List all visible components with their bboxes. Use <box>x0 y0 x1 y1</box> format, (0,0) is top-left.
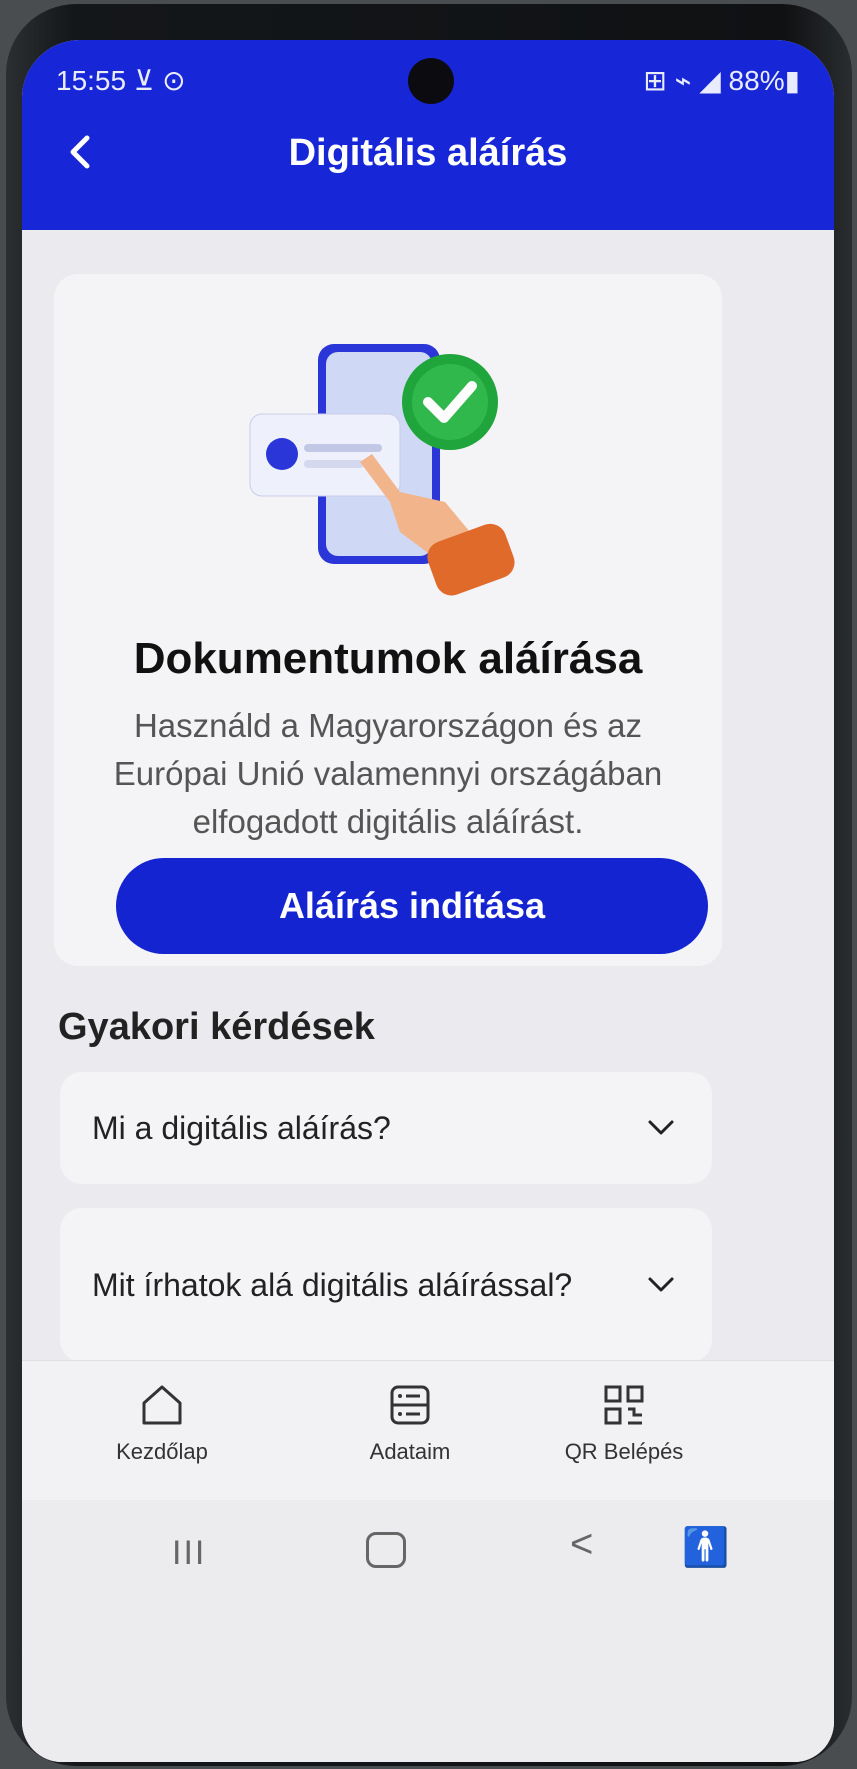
nav-data[interactable]: Adataim <box>320 1379 500 1465</box>
signature-illustration <box>249 344 515 596</box>
nav-qr-label: QR Belépés <box>564 1439 684 1464</box>
faq-question: Mit írhatok alá digitális aláírással? <box>92 1267 573 1303</box>
faq-question: Mi a digitális aláírás? <box>92 1110 391 1146</box>
nav-qr[interactable]: QR Belépés <box>534 1379 714 1465</box>
faq-item[interactable]: Mit írhatok alá digitális aláírással? <box>60 1208 712 1362</box>
chevron-down-icon <box>648 1120 674 1135</box>
page-title: Digitális aláírás <box>288 132 568 174</box>
camera-cutout <box>408 58 454 104</box>
qr-icon <box>604 1385 644 1425</box>
system-back-button[interactable]: < <box>570 1522 593 1567</box>
data-icon <box>390 1385 430 1425</box>
chevron-down-icon <box>648 1277 674 1292</box>
start-signature-button[interactable]: Aláírás indítása <box>116 858 708 954</box>
home-button[interactable] <box>366 1532 406 1568</box>
hero-title: Dokumentumok aláírása <box>133 634 643 683</box>
nav-home[interactable]: Kezdőlap <box>72 1379 252 1465</box>
bottom-navigation: Kezdőlap Adataim QR Belépés <box>22 1360 834 1501</box>
home-icon <box>142 1385 182 1425</box>
faq-heading: Gyakori kérdések <box>58 1006 375 1048</box>
main-content: Dokumentumok aláírása Használd a Magyaro… <box>22 230 834 1440</box>
nav-data-label: Adataim <box>369 1439 451 1464</box>
hero-description: Használd a Magyarországon és az Európai … <box>113 707 663 840</box>
app-screen: 15:55 ⊻ ⊙ ⊞ ⌁ ◢ 88%▮ Digitális aláírás D… <box>22 40 834 1762</box>
faq-item[interactable]: Mi a digitális aláírás? <box>60 1072 712 1184</box>
recent-apps-button[interactable]: III <box>172 1534 206 1573</box>
app-header: 15:55 ⊻ ⊙ ⊞ ⌁ ◢ 88%▮ Digitális aláírás <box>22 40 834 230</box>
system-navigation-bar: III < 🚹 <box>22 1500 834 1762</box>
nav-home-label: Kezdőlap <box>116 1439 208 1464</box>
status-indicators: ⊞ ⌁ ◢ 88%▮ <box>643 65 800 96</box>
signature-card: Dokumentumok aláírása Használd a Magyaro… <box>54 274 722 966</box>
status-time: 15:55 ⊻ ⊙ <box>56 65 186 96</box>
accessibility-button[interactable]: 🚹 <box>682 1526 729 1570</box>
